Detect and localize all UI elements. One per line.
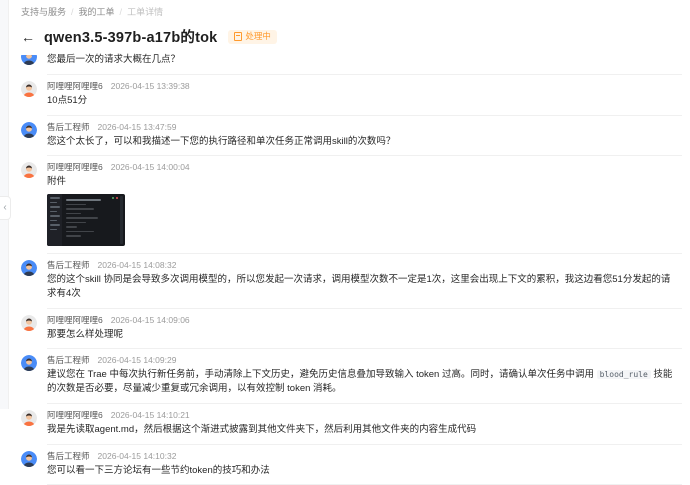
person-avatar-icon <box>21 355 37 372</box>
ide-filetree-decoration <box>47 194 62 247</box>
message-text: 您这个太长了，可以和我描述一下您的执行路径和单次任务正常调用skill的次数吗？ <box>47 135 396 147</box>
breadcrumb-separator: / <box>71 6 74 17</box>
attachment-thumbnail[interactable] <box>47 194 125 247</box>
person-avatar-icon <box>21 162 37 179</box>
breadcrumb-ticket-detail: 工单详情 <box>127 7 164 17</box>
message-body: 售后工程师 2026-04-15 13:47:59 您这个太长了，可以和我描述一… <box>47 121 678 149</box>
breadcrumb: 支持与服务 / 我的工单 / 工单详情 <box>21 0 678 18</box>
person-avatar-icon <box>21 80 37 97</box>
document-icon <box>234 32 243 41</box>
message-author: 售后工程师 <box>47 355 90 366</box>
avatar <box>21 409 37 426</box>
message-body: 售后工程师 2026-04-15 14:09:29 建议您在 Trae 中每次执… <box>47 354 678 396</box>
inline-code: blood_rule <box>596 370 651 380</box>
message-body: 售后工程师 2026-04-15 14:08:32 您的这个skill 协同是会… <box>47 259 678 301</box>
avatar <box>21 260 37 277</box>
message-text: 我是先读取agent.md，然后根据这个渐进式披露到其他文件夹下，然后利用其他文… <box>47 423 477 435</box>
message-meta: 售后工程师 2026-04-15 14:10:32 <box>47 450 678 461</box>
avatar <box>21 314 37 331</box>
status-badge-label: 处理中 <box>245 31 271 42</box>
person-avatar-icon <box>21 121 37 138</box>
message-text: 您最后一次的请求大概在几点？ <box>47 54 181 65</box>
sidebar-collapse-handle[interactable]: ‹ <box>0 196 11 220</box>
person-avatar-icon <box>21 260 37 277</box>
message-body: 阿哩哩阿哩哩6 2026-04-15 13:39:38 10点51分 <box>47 80 678 108</box>
avatar <box>21 355 37 372</box>
message-text: 10点51分 <box>47 94 88 106</box>
message-timestamp: 2026-04-15 14:00:04 <box>110 162 190 173</box>
message-timestamp: 2026-04-15 14:10:32 <box>97 450 177 461</box>
message-author: 售后工程师 <box>47 121 90 132</box>
chat-message: 售后工程师 2026-04-15 13:47:59 您这个太长了，可以和我描述一… <box>21 114 682 156</box>
chat-message: 阿哩哩阿哩哩6 2026-04-15 14:09:06 那要怎么样处理呢 <box>21 307 682 349</box>
chat-message: 阿哩哩阿哩哩6 2026-04-15 14:10:21 我是先读取agent.m… <box>21 402 682 444</box>
message-meta: 售后工程师 2026-04-15 14:08:32 <box>47 259 678 270</box>
message-body: 阿哩哩阿哩哩6 2026-04-15 14:10:21 我是先读取agent.m… <box>47 409 678 437</box>
message-text: 那要怎么样处理呢 <box>47 328 124 340</box>
message-meta: 阿哩哩阿哩哩6 2026-04-15 14:00:04 <box>47 161 678 172</box>
message-timestamp: 2026-04-15 13:47:59 <box>97 121 177 132</box>
avatar <box>21 80 37 97</box>
chat-thread: 售后工程师 您最后一次的请求大概在几点？ 阿哩哩阿哩哩6 2026-04-15 … <box>21 53 682 485</box>
message-timestamp: 2026-04-15 13:39:38 <box>110 80 190 91</box>
message-timestamp: 2026-04-15 14:08:32 <box>97 260 177 271</box>
message-author: 售后工程师 <box>47 450 90 461</box>
back-icon[interactable]: ← <box>21 29 35 45</box>
chat-message: 售后工程师 2026-04-15 14:09:29 建议您在 Trae 中每次执… <box>21 348 682 403</box>
person-avatar-icon <box>21 55 37 65</box>
message-text: 您的这个skill 协同是会导致多次调用模型的，所以您发起一次请求，调用模型次数… <box>47 274 671 299</box>
breadcrumb-support[interactable]: 支持与服务 <box>21 5 66 18</box>
message-body: 售后工程师 您最后一次的请求大概在几点？ <box>47 53 678 67</box>
chat-message: 阿哩哩阿哩哩6 2026-04-15 13:39:38 10点51分 <box>21 73 682 115</box>
title-row: ← qwen3.5-397b-a17b的tok 处理中 <box>21 26 678 47</box>
message-author: 阿哩哩阿哩哩6 <box>47 162 103 173</box>
message-body: 阿哩哩阿哩哩6 2026-04-15 14:09:06 那要怎么样处理呢 <box>47 314 678 342</box>
message-author: 阿哩哩阿哩哩6 <box>47 314 103 325</box>
message-author: 阿哩哩阿哩哩6 <box>47 409 103 420</box>
message-body: 阿哩哩阿哩哩6 2026-04-15 14:00:04 附件 <box>47 161 678 247</box>
avatar <box>21 450 37 467</box>
message-timestamp: 2026-04-15 14:10:21 <box>110 409 190 420</box>
message-author: 售后工程师 <box>47 260 90 271</box>
message-body: 售后工程师 2026-04-15 14:10:32 您可以看一下三方论坛有一些节… <box>47 450 678 478</box>
chat-message: 售后工程师 2026-04-15 14:08:32 您的这个skill 协同是会… <box>21 253 682 308</box>
message-meta: 阿哩哩阿哩哩6 2026-04-15 14:10:21 <box>47 409 678 420</box>
chat-message: 售后工程师 您最后一次的请求大概在几点？ <box>21 53 678 74</box>
breadcrumb-my-tickets[interactable]: 我的工单 <box>79 5 115 18</box>
chevron-left-icon: ‹ <box>3 202 7 213</box>
person-avatar-icon <box>21 450 37 467</box>
chat-message: 售后工程师 2026-04-15 14:10:32 您可以看一下三方论坛有一些节… <box>21 443 682 485</box>
message-timestamp: 2026-04-15 14:09:29 <box>97 355 177 366</box>
message-text: 建议您在 Trae 中每次执行新任务前，手动清除上下文历史，避免历史信息叠加导致… <box>47 369 673 395</box>
avatar <box>21 55 37 65</box>
message-text: 您可以看一下三方论坛有一些节约token的技巧和办法 <box>47 464 270 476</box>
avatar <box>21 121 37 138</box>
avatar <box>21 162 37 179</box>
message-author: 阿哩哩阿哩哩6 <box>47 80 103 91</box>
status-badge: 处理中 <box>228 29 277 44</box>
person-avatar-icon <box>21 409 37 426</box>
ide-minimap-decoration <box>120 196 123 245</box>
breadcrumb-separator: / <box>119 6 123 17</box>
message-meta: 阿哩哩阿哩哩6 2026-04-15 13:39:38 <box>47 80 678 91</box>
ide-red-dot <box>116 197 118 200</box>
message-meta: 阿哩哩阿哩哩6 2026-04-15 14:09:06 <box>47 314 678 325</box>
person-avatar-icon <box>21 314 37 331</box>
message-text: 附件 <box>47 176 67 188</box>
message-meta: 售后工程师 2026-04-15 14:09:29 <box>47 354 678 365</box>
message-timestamp: 2026-04-15 14:09:06 <box>110 314 190 325</box>
message-meta: 售后工程师 2026-04-15 13:47:59 <box>47 121 678 132</box>
ticket-detail-page: 支持与服务 / 我的工单 / 工单详情 ← qwen3.5-397b-a17b的… <box>9 0 690 485</box>
page-title: qwen3.5-397b-a17b的tok <box>44 30 218 46</box>
chat-message: 阿哩哩阿哩哩6 2026-04-15 14:00:04 附件 <box>21 155 682 253</box>
ide-code-lines-decoration <box>66 199 117 240</box>
